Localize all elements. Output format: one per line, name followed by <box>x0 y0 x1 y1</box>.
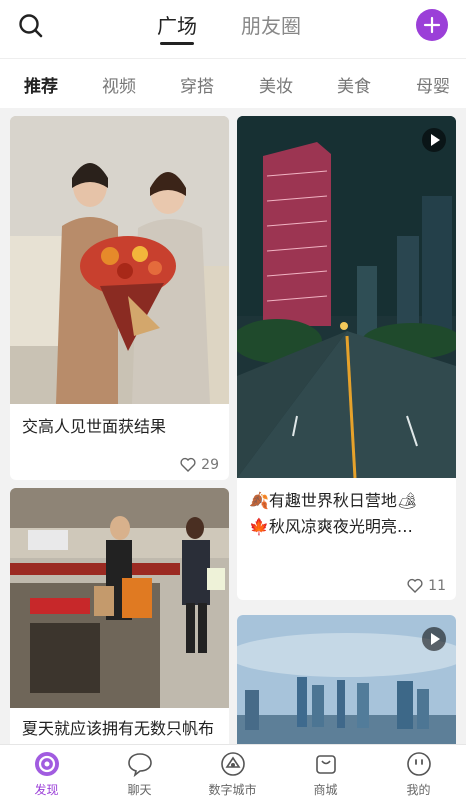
nav-label: 发现 <box>34 783 59 797</box>
like-count[interactable]: 11 <box>407 578 446 594</box>
search-icon <box>19 14 43 38</box>
nav-discover[interactable]: 发现 <box>0 751 93 798</box>
like-count[interactable]: 29 <box>180 457 219 473</box>
digital-city-icon <box>220 752 245 776</box>
chat-icon <box>127 753 152 777</box>
post-title: 交高人见世面获结果 <box>22 417 167 436</box>
feed-card[interactable] <box>237 615 456 744</box>
tab-plaza[interactable]: 广场 <box>157 10 197 39</box>
content-feed[interactable]: 交高人见世面获结果 29 🍂有趣世界秋日营地🏕 🍁秋风凉爽夜光明亮… 11 夏天… <box>0 108 466 744</box>
post-image <box>10 116 229 404</box>
post-title: 夏天就应该拥有无数只帆布 <box>22 719 215 738</box>
feed-card[interactable]: 夏天就应该拥有无数只帆布 <box>10 488 229 744</box>
category-recommend[interactable]: 推荐 <box>24 72 58 97</box>
active-tab-indicator <box>160 42 194 45</box>
nav-digital-city[interactable]: 数字城市 <box>186 751 279 798</box>
nav-label: 聊天 <box>127 783 152 797</box>
search-button[interactable] <box>16 11 46 41</box>
category-outfit[interactable]: 穿搭 <box>180 72 214 97</box>
plus-icon <box>423 16 441 34</box>
video-play-icon <box>422 128 446 152</box>
nav-label: 商城 <box>313 783 338 797</box>
like-count-value: 11 <box>428 578 446 594</box>
category-food[interactable]: 美食 <box>337 72 371 97</box>
tab-moments[interactable]: 朋友圈 <box>241 10 301 39</box>
category-mother-baby[interactable]: 母婴 <box>416 72 450 97</box>
nav-label: 数字城市 <box>208 783 257 797</box>
heart-icon <box>407 578 423 593</box>
category-bar: 推荐 视频 穿搭 美妆 美食 母婴 <box>0 58 466 108</box>
nav-chat[interactable]: 聊天 <box>93 751 186 798</box>
post-video-thumbnail <box>237 116 456 478</box>
feed-card[interactable]: 交高人见世面获结果 29 <box>10 116 229 480</box>
top-header: 广场 朋友圈 <box>0 0 466 58</box>
feed-card[interactable]: 🍂有趣世界秋日营地🏕 🍁秋风凉爽夜光明亮… 11 <box>237 116 456 600</box>
nav-mall[interactable]: 商城 <box>279 751 372 798</box>
like-count-value: 29 <box>201 457 219 473</box>
nav-profile[interactable]: 我的 <box>372 751 465 798</box>
post-image <box>10 488 229 708</box>
mall-icon <box>315 755 336 774</box>
category-video[interactable]: 视频 <box>102 72 136 97</box>
post-title: 🍂有趣世界秋日营地🏕 🍁秋风凉爽夜光明亮… <box>249 491 418 536</box>
category-makeup[interactable]: 美妆 <box>259 72 293 97</box>
heart-icon <box>180 457 196 472</box>
discover-icon <box>34 752 59 776</box>
add-post-button[interactable] <box>416 9 448 41</box>
video-play-icon <box>422 627 446 651</box>
nav-label: 我的 <box>406 783 431 797</box>
bottom-navigation: 发现 聊天 数字城市 商城 我的 <box>0 744 466 802</box>
profile-icon <box>406 752 431 776</box>
